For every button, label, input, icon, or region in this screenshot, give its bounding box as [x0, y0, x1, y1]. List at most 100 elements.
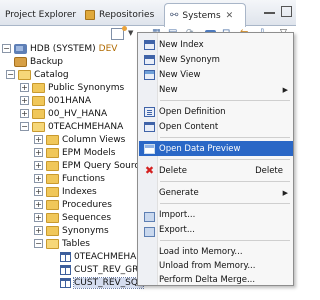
expand-icon[interactable]: +: [20, 96, 29, 105]
tree-label: Sequences: [62, 212, 112, 223]
add-system-icon[interactable]: [111, 26, 127, 40]
menu-label: Import...: [159, 209, 196, 220]
expand-icon[interactable]: +: [20, 109, 29, 118]
open-definition-icon: [144, 106, 155, 117]
backup-icon: [14, 56, 27, 67]
folder-icon: [32, 82, 45, 93]
collapse-icon[interactable]: −: [20, 122, 29, 131]
expand-icon[interactable]: +: [34, 187, 43, 196]
empty-icon: [144, 85, 155, 95]
tree-item-table-selected[interactable]: CUST_REV_SQL: [60, 276, 144, 289]
folder-open-icon: [18, 69, 31, 80]
expand-icon[interactable]: +: [34, 135, 43, 144]
tree-item-schema[interactable]: + 001HANA: [20, 94, 91, 107]
menu-label: New Index: [159, 39, 204, 50]
tree-label: 0TEACHMEHAN: [74, 251, 144, 262]
tree-item-schema[interactable]: + Public Synonyms: [20, 81, 124, 94]
open-content-icon: [144, 121, 155, 132]
submenu-arrow-icon: ▶: [282, 188, 288, 197]
empty-icon: [144, 188, 155, 198]
tree-item-folder[interactable]: + Indexes: [34, 185, 97, 198]
menu-item-new-index[interactable]: New Index: [139, 37, 293, 52]
minimize-icon[interactable]: [264, 6, 275, 14]
tree-item-folder[interactable]: + Synonyms: [34, 224, 109, 237]
menu-item-open-content[interactable]: Open Content: [139, 119, 293, 134]
tree-item-catalog[interactable]: − Catalog: [6, 68, 69, 81]
tree-item-schema[interactable]: − 0TEACHMEHANA: [20, 120, 123, 133]
menu-item-delete[interactable]: ✖ Delete Delete: [139, 163, 293, 178]
menu-separator: [160, 240, 290, 241]
tree-label: Functions: [62, 173, 105, 184]
data-preview-icon: [144, 143, 155, 154]
tree-item-folder[interactable]: + EPM Models: [34, 146, 115, 159]
tree-label: Indexes: [62, 186, 97, 197]
folder-icon: [46, 147, 59, 158]
folder-icon: [46, 199, 59, 210]
expand-icon[interactable]: +: [34, 161, 43, 170]
tree-label: Procedures: [62, 199, 112, 210]
menu-label: Open Definition: [159, 106, 226, 117]
menu-label: Delete: [159, 165, 187, 176]
context-menu: New Index New Synonym New View New ▶ Ope…: [137, 32, 294, 286]
menu-separator: [160, 137, 290, 138]
tab-label: Systems: [182, 10, 221, 21]
menu-item-unload-from-memory[interactable]: Unload from Memory...: [139, 258, 293, 273]
menu-label: New View: [159, 69, 201, 80]
new-view-icon: [144, 69, 155, 80]
menu-item-generate[interactable]: Generate ▶: [139, 185, 293, 200]
menu-item-perform-delta-merge[interactable]: Perform Delta Merge...: [139, 272, 293, 287]
tree-item-folder[interactable]: + Functions: [34, 172, 105, 185]
menu-item-open-definition[interactable]: Open Definition: [139, 104, 293, 119]
expand-icon[interactable]: +: [34, 213, 43, 222]
expand-icon[interactable]: +: [34, 148, 43, 157]
tree-item-system[interactable]: − HDB (SYSTEM) DEV: [2, 42, 117, 55]
maximize-icon[interactable]: [281, 6, 292, 17]
tree-item-folder[interactable]: + EPM Query Sources: [34, 159, 150, 172]
tree-label: CUST_REV_SQL: [73, 276, 144, 289]
close-icon[interactable]: ✕: [226, 11, 234, 21]
collapse-icon[interactable]: −: [6, 70, 15, 79]
tree-label: Public Synonyms: [48, 82, 125, 93]
menu-item-export[interactable]: Export...: [139, 222, 293, 237]
tree-label: 001HANA: [48, 95, 91, 106]
menu-shortcut: Delete: [255, 165, 283, 176]
tree-item-folder[interactable]: + Procedures: [34, 198, 112, 211]
expand-icon[interactable]: +: [34, 226, 43, 235]
menu-item-new[interactable]: New ▶: [139, 82, 293, 97]
tree-item-table[interactable]: 0TEACHMEHAN: [60, 250, 143, 263]
menu-item-import[interactable]: Import...: [139, 207, 293, 222]
collapse-icon[interactable]: −: [2, 44, 11, 53]
menu-item-open-data-preview[interactable]: Open Data Preview: [139, 141, 293, 156]
menu-item-new-synonym[interactable]: New Synonym: [139, 52, 293, 67]
collapse-icon[interactable]: −: [34, 239, 43, 248]
folder-icon: [46, 134, 59, 145]
database-icon: [14, 43, 27, 54]
tree-label: Tables: [62, 238, 90, 249]
systems-icon: ⚯: [170, 10, 179, 21]
menu-label: Open Content: [159, 121, 219, 132]
empty-icon: [144, 261, 155, 271]
menu-separator: [160, 181, 290, 182]
menu-item-new-view[interactable]: New View: [139, 67, 293, 82]
empty-icon: [144, 247, 155, 257]
tree-item-folder[interactable]: + Column Views: [34, 133, 125, 146]
tree-item-folder[interactable]: − Tables: [34, 237, 90, 250]
tree-item-schema[interactable]: + 00_HV_HANA: [20, 107, 107, 120]
menu-item-load-into-memory[interactable]: Load into Memory...: [139, 244, 293, 259]
folder-icon: [32, 95, 45, 106]
tab-repositories[interactable]: Repositories: [80, 3, 162, 26]
tree-label: 0TEACHMEHANA: [48, 121, 124, 132]
folder-icon: [32, 108, 45, 119]
tab-project-explorer[interactable]: Project Explorer: [0, 3, 78, 26]
folder-icon: [46, 160, 59, 171]
tree-item-backup[interactable]: Backup: [14, 55, 63, 68]
menu-separator: [160, 159, 290, 160]
tab-systems[interactable]: ⚯ Systems ✕: [164, 3, 246, 27]
expand-icon[interactable]: +: [34, 200, 43, 209]
menu-label: New Synonym: [159, 54, 220, 65]
menu-label: Perform Delta Merge...: [159, 274, 256, 285]
tree-item-table[interactable]: CUST_REV_GRA: [60, 263, 144, 276]
tree-item-folder[interactable]: + Sequences: [34, 211, 111, 224]
expand-icon[interactable]: +: [34, 174, 43, 183]
expand-icon[interactable]: +: [20, 83, 29, 92]
